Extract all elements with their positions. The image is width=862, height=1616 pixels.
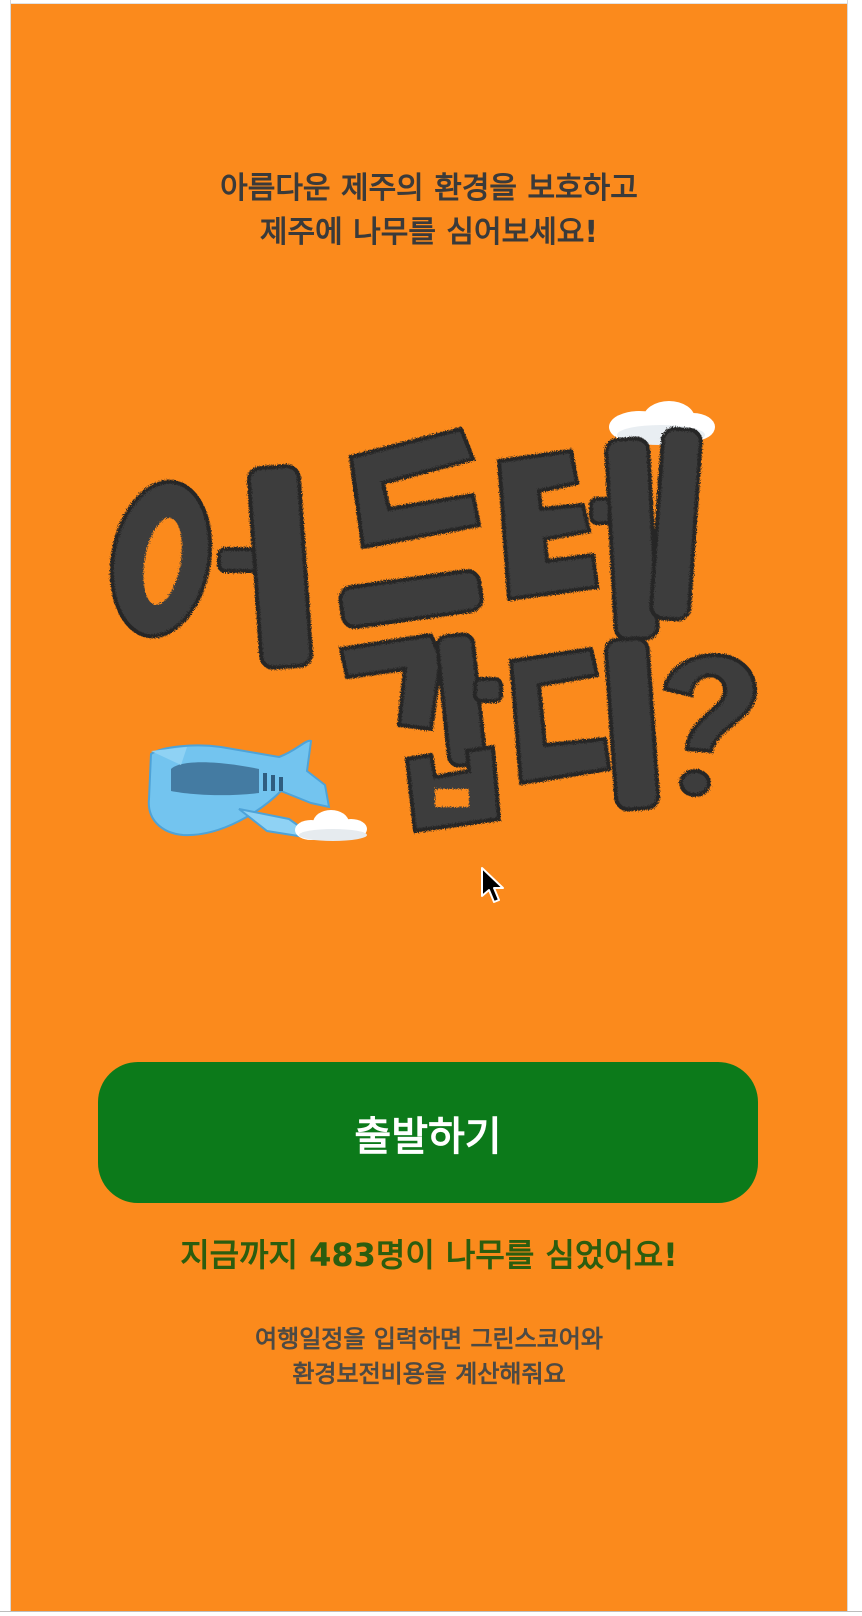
info-line-2: 환경보전비용을 계산해줘요	[292, 1360, 566, 1388]
start-button[interactable]: 출발하기	[98, 1062, 758, 1203]
frame-bottom-edge	[0, 1611, 862, 1616]
intro-line-1: 아름다운 제주의 환경을 보호하고	[220, 171, 638, 206]
small-cloud-icon	[295, 810, 367, 841]
frame-left-edge	[0, 0, 11, 1616]
trees-planted-counter: 지금까지 483명이 나무를 심었어요!	[180, 1236, 678, 1274]
landing-page: 아름다운 제주의 환경을 보호하고 제주에 나무를 심어보세요! 출발하기 지금…	[11, 4, 847, 1612]
hero-illustration	[11, 399, 847, 899]
info-line-1: 여행일정을 입력하면 그린스코어와	[255, 1325, 603, 1353]
mouse-cursor-icon	[481, 867, 504, 903]
hero-title-logo	[109, 401, 758, 841]
frame-right-edge	[847, 0, 862, 1616]
screen: 아름다운 제주의 환경을 보호하고 제주에 나무를 심어보세요! 출발하기 지금…	[0, 0, 862, 1616]
intro-line-2: 제주에 나무를 심어보세요!	[259, 215, 599, 250]
